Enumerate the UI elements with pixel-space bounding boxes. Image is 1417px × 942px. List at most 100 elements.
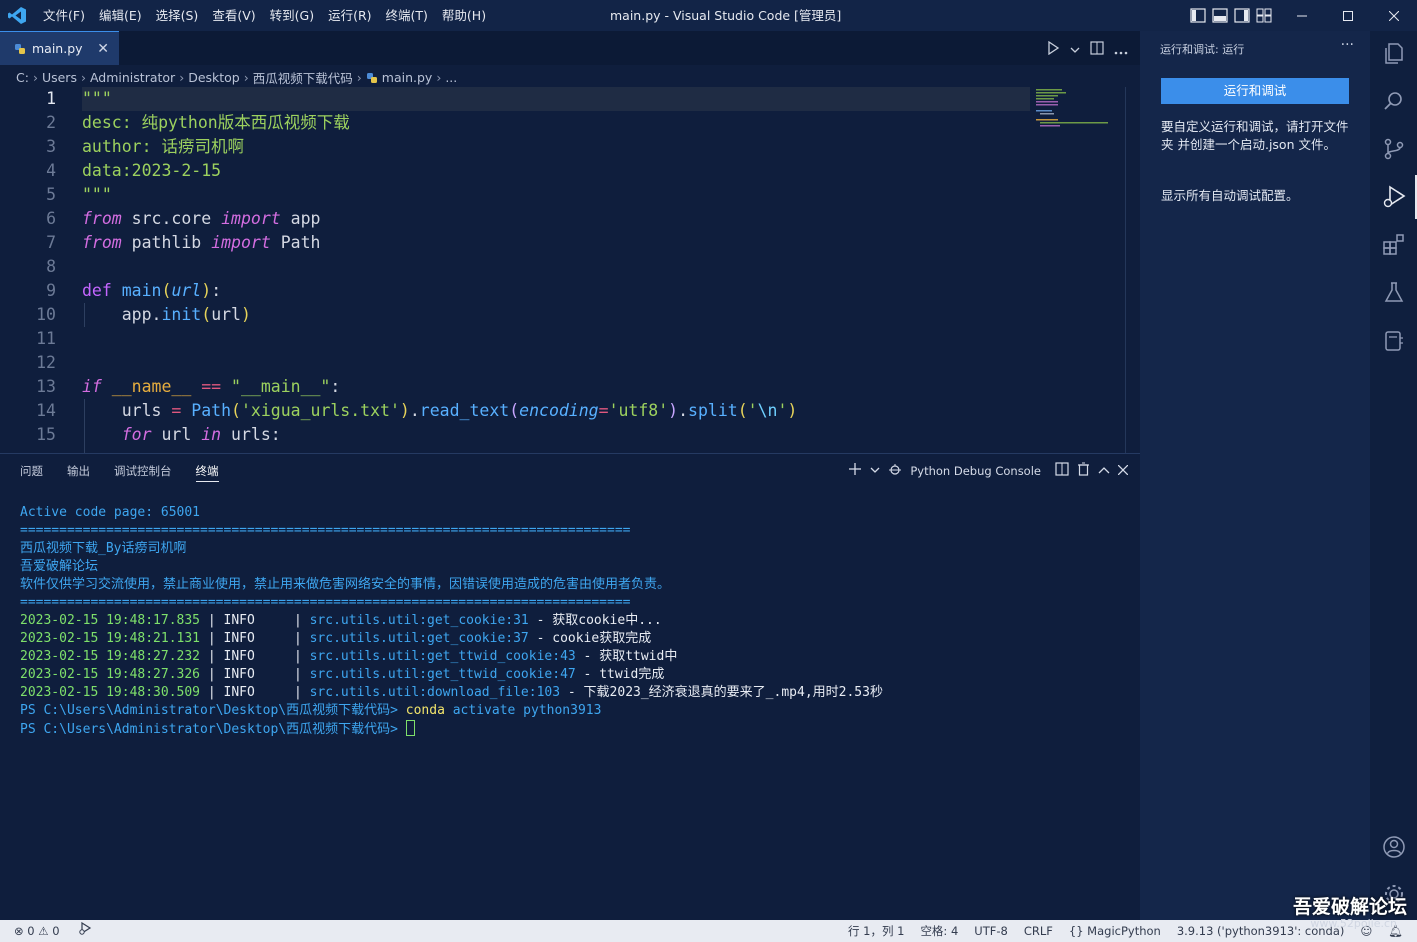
open-folder-hint: 要自定义运行和调试，请打开文件夹 并创建一个启动.json 文件。: [1161, 119, 1349, 152]
explorer-icon[interactable]: [1381, 40, 1407, 66]
debug-launch-icon[interactable]: [78, 920, 92, 942]
code-line: 7 from pathlib import Path: [46, 233, 321, 252]
bottom-panel: 问题 输出 调试控制台 终端 Python Debug Console Acti…: [0, 453, 1140, 920]
menu-run[interactable]: 运行(R): [321, 0, 378, 31]
editor-scrollbar[interactable]: [1125, 87, 1139, 453]
code-line: 14 urls = Path('xigua_urls.txt').read_te…: [36, 401, 798, 420]
trash-icon[interactable]: [1077, 462, 1090, 479]
testing-icon[interactable]: [1381, 280, 1407, 306]
file-encoding[interactable]: UTF-8: [974, 920, 1008, 942]
new-terminal-icon[interactable]: [848, 462, 862, 479]
breadcrumb-file[interactable]: main.py: [382, 70, 433, 85]
menu-help[interactable]: 帮助(H): [435, 0, 493, 31]
minimap[interactable]: [1036, 89, 1116, 129]
split-terminal-icon[interactable]: [1055, 462, 1069, 479]
cursor-position[interactable]: 行 1，列 1: [848, 920, 904, 942]
more-actions-icon[interactable]: [1114, 40, 1128, 59]
menu-view[interactable]: 查看(V): [205, 0, 262, 31]
error-icon: ⊗: [14, 924, 24, 938]
extensions-icon[interactable]: [1381, 232, 1407, 258]
customize-layout-icon[interactable]: [1256, 8, 1272, 23]
code-line: 4 data:2023-2-15: [46, 161, 222, 180]
terminal-cursor: [405, 720, 415, 736]
debug-icon: [888, 462, 902, 479]
terminal-separator: ========================================…: [20, 595, 631, 610]
breadcrumb-folder[interactable]: 西瓜视频下载代码: [253, 68, 353, 87]
close-window-button[interactable]: [1371, 0, 1417, 31]
braces-icon: {}: [1068, 924, 1084, 938]
code-line: 10 app.init(url): [36, 305, 251, 324]
menu-bar: 文件(F) 编辑(E) 选择(S) 查看(V) 转到(G) 运行(R) 终端(T…: [36, 0, 493, 31]
code-line: 13 if __name__ == "__main__":: [36, 377, 341, 396]
show-auto-debug-configs-link[interactable]: 显示所有自动调试配置。: [1161, 185, 1299, 204]
menu-selection[interactable]: 选择(S): [149, 0, 206, 31]
python-file-icon: [366, 72, 377, 83]
language-mode[interactable]: {} MagicPython: [1069, 920, 1161, 942]
menu-go[interactable]: 转到(G): [263, 0, 321, 31]
warning-icon: ⚠: [38, 924, 49, 938]
tab-debug-console[interactable]: 调试控制台: [114, 454, 172, 488]
log-line: 2023-02-15 19:48:30.509 | INFO | src.uti…: [20, 685, 883, 700]
breadcrumb-administrator[interactable]: Administrator: [90, 70, 175, 85]
split-editor-icon[interactable]: [1090, 40, 1104, 59]
breadcrumb-drive[interactable]: C:: [16, 70, 29, 85]
close-tab-icon[interactable]: ✕: [97, 41, 109, 57]
terminal-line: Active code page: 65001: [20, 505, 201, 520]
breadcrumb-desktop[interactable]: Desktop: [188, 70, 240, 85]
python-file-icon: [15, 43, 25, 54]
breadcrumb-users[interactable]: Users: [42, 70, 77, 85]
tab-output[interactable]: 输出: [67, 454, 90, 488]
run-python-file-icon[interactable]: [1046, 40, 1060, 59]
menu-terminal[interactable]: 终端(T): [379, 0, 435, 31]
title-bar: 文件(F) 编辑(E) 选择(S) 查看(V) 转到(G) 运行(R) 终端(T…: [0, 0, 1417, 31]
log-line: 2023-02-15 19:48:27.326 | INFO | src.uti…: [20, 667, 665, 682]
window-title: main.py - Visual Studio Code [管理员]: [610, 8, 842, 23]
error-count: 0: [27, 924, 35, 938]
toggle-primary-sidebar-icon[interactable]: [1190, 8, 1206, 23]
toggle-panel-icon[interactable]: [1212, 8, 1228, 23]
indentation[interactable]: 空格: 4: [920, 920, 958, 942]
code-line: 12: [36, 353, 56, 372]
log-line: 2023-02-15 19:48:27.232 | INFO | src.uti…: [20, 649, 678, 664]
terminal-line: 吾爱破解论坛: [20, 559, 99, 574]
code-editor[interactable]: 1 """ 2 desc: 纯python版本西瓜视频下载 3 author: 话痨司…: [0, 87, 1140, 453]
menu-edit[interactable]: 编辑(E): [92, 0, 149, 31]
terminal-separator: ========================================…: [20, 523, 631, 538]
more-actions-icon[interactable]: ···: [1341, 37, 1354, 53]
watermark-text: 吾爱破解论坛: [1292, 896, 1407, 918]
tab-terminal[interactable]: 终端: [195, 454, 219, 488]
code-line: 11: [36, 329, 56, 348]
vscode-logo-icon: [8, 7, 26, 24]
code-line: 5 """: [46, 185, 112, 204]
minimize-button[interactable]: [1279, 0, 1325, 31]
activity-bar: [1370, 31, 1417, 920]
maximize-panel-icon[interactable]: [1098, 464, 1110, 478]
terminal-output[interactable]: Active code page: 65001 ================…: [20, 504, 1130, 738]
end-of-line[interactable]: CRLF: [1024, 920, 1053, 942]
maximize-button[interactable]: [1325, 0, 1371, 31]
problems-indicator[interactable]: ⊗ 0 ⚠ 0: [14, 920, 60, 942]
toggle-secondary-sidebar-icon[interactable]: [1234, 8, 1250, 23]
tab-main-py[interactable]: main.py ✕: [0, 31, 119, 65]
menu-file[interactable]: 文件(F): [36, 0, 92, 31]
run-debug-sidebar: 运行和调试: 运行 ··· 运行和调试 要自定义运行和调试，请打开文件夹 并创建…: [1140, 31, 1370, 920]
code-line: 2 desc: 纯python版本西瓜视频下载: [46, 113, 350, 132]
run-and-debug-icon[interactable]: [1381, 184, 1407, 210]
status-bar: ⊗ 0 ⚠ 0 行 1，列 1 空格: 4 UTF-8 CRLF {} Magi…: [0, 920, 1417, 942]
code-line: 8: [46, 257, 56, 276]
remote-explorer-icon[interactable]: [1381, 328, 1407, 354]
chevron-down-icon[interactable]: [870, 464, 880, 478]
tab-label: main.py: [32, 41, 83, 56]
terminal-name[interactable]: Python Debug Console: [910, 464, 1041, 478]
code-line: 1 """: [46, 89, 112, 108]
breadcrumb-symbol[interactable]: ...: [445, 70, 457, 85]
accounts-icon[interactable]: [1381, 834, 1407, 860]
source-control-icon[interactable]: [1381, 136, 1407, 162]
search-icon[interactable]: [1381, 88, 1407, 114]
tab-problems[interactable]: 问题: [20, 454, 43, 488]
terminal-line: 西瓜视频下载_By话痨司机啊: [20, 541, 187, 556]
chevron-down-icon[interactable]: [1070, 40, 1080, 59]
editor-group: main.py ✕ C: › Users › Administrator › Desk…: [0, 31, 1140, 453]
close-panel-icon[interactable]: [1117, 464, 1129, 478]
run-and-debug-button[interactable]: 运行和调试: [1161, 78, 1349, 104]
